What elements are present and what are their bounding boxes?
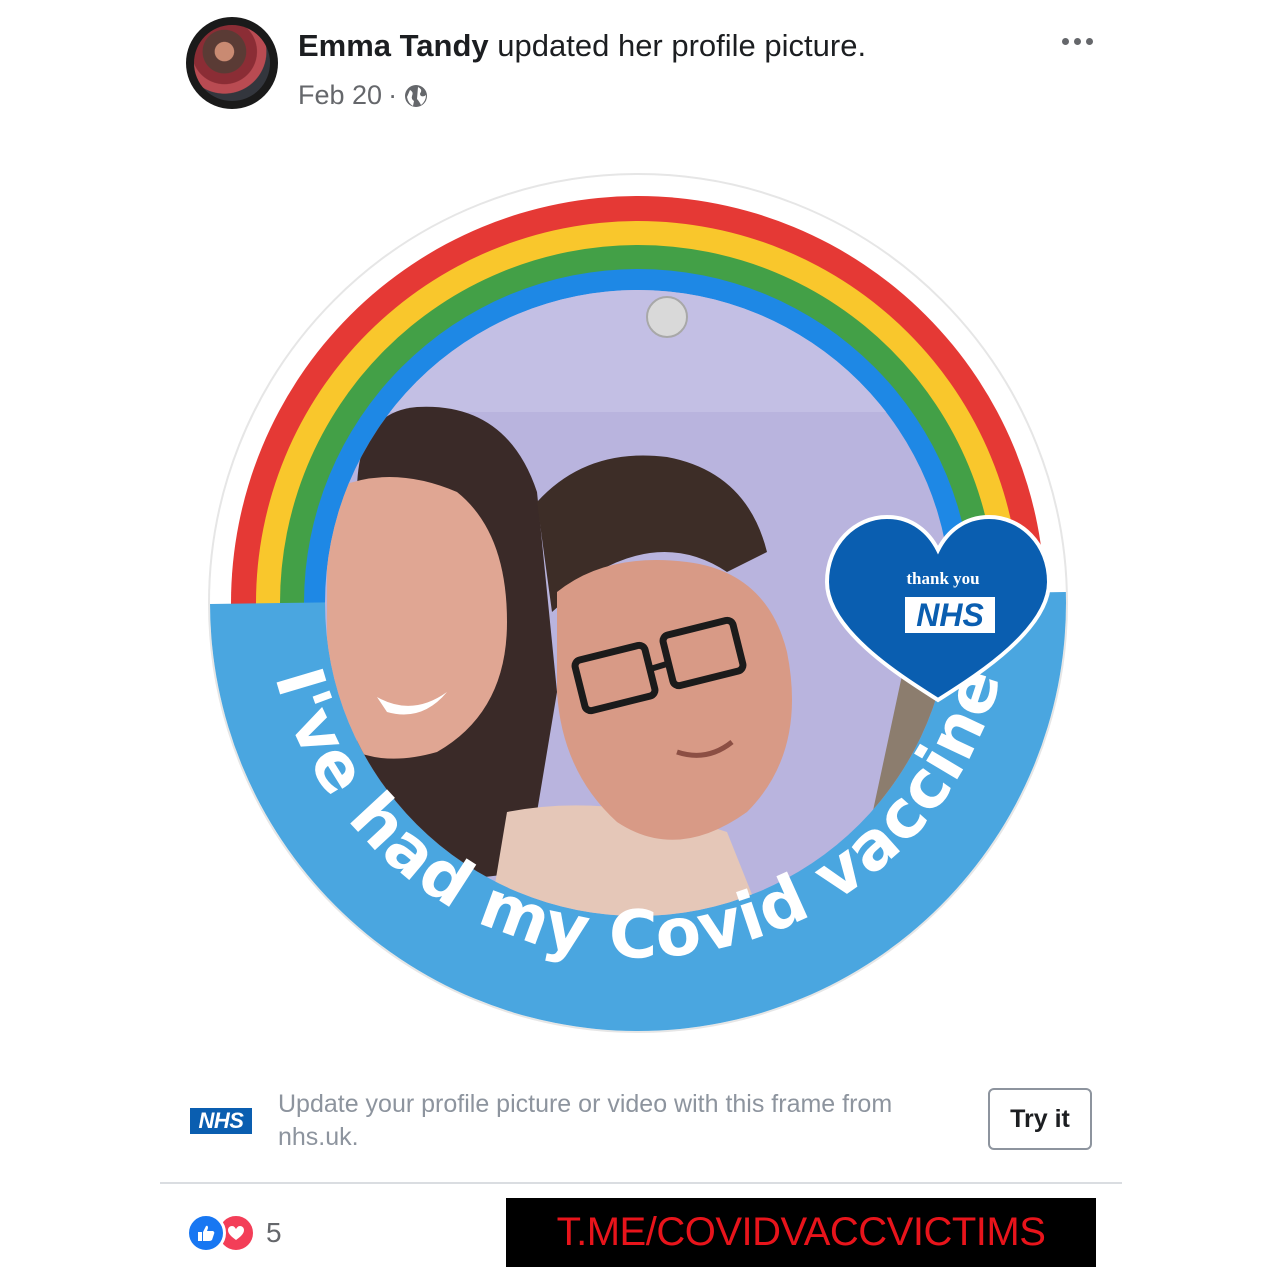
post-header-line: Emma Tandy updated her profile picture.	[298, 28, 866, 64]
nhs-logo: NHS	[190, 1108, 252, 1134]
svg-text:NHS: NHS	[916, 597, 984, 633]
post-action-text: updated her profile picture.	[497, 28, 867, 63]
frame-promo-bar: NHS Update your profile picture or video…	[160, 1080, 1120, 1170]
author-avatar[interactable]	[186, 17, 278, 109]
author-name-link[interactable]: Emma Tandy	[298, 28, 489, 63]
profile-frame-svg: I've had my Covid vaccine thank you NHS	[208, 173, 1068, 1033]
divider	[160, 1182, 1122, 1184]
avatar-photo	[194, 25, 270, 101]
globe-icon	[405, 84, 428, 107]
meta-separator: ·	[388, 80, 398, 110]
more-dot	[1061, 37, 1069, 45]
post-meta: Feb 20 ·	[298, 80, 429, 111]
more-dot	[1085, 37, 1093, 45]
try-it-button[interactable]: Try it	[988, 1088, 1092, 1150]
svg-text:thank you: thank you	[906, 569, 979, 588]
reaction-count: 5	[266, 1217, 282, 1248]
like-icon	[186, 1213, 226, 1253]
reactions-summary[interactable]: 5	[186, 1213, 282, 1253]
channel-watermark: T.ME/COVIDVACCVICTIMS	[506, 1198, 1096, 1267]
post-date-link[interactable]: Feb 20	[298, 80, 382, 111]
profile-picture[interactable]: I've had my Covid vaccine thank you NHS	[207, 172, 1069, 1034]
frame-description: Update your profile picture or video wit…	[278, 1090, 893, 1151]
more-dot	[1073, 37, 1081, 45]
post-options-button[interactable]	[1054, 28, 1100, 54]
